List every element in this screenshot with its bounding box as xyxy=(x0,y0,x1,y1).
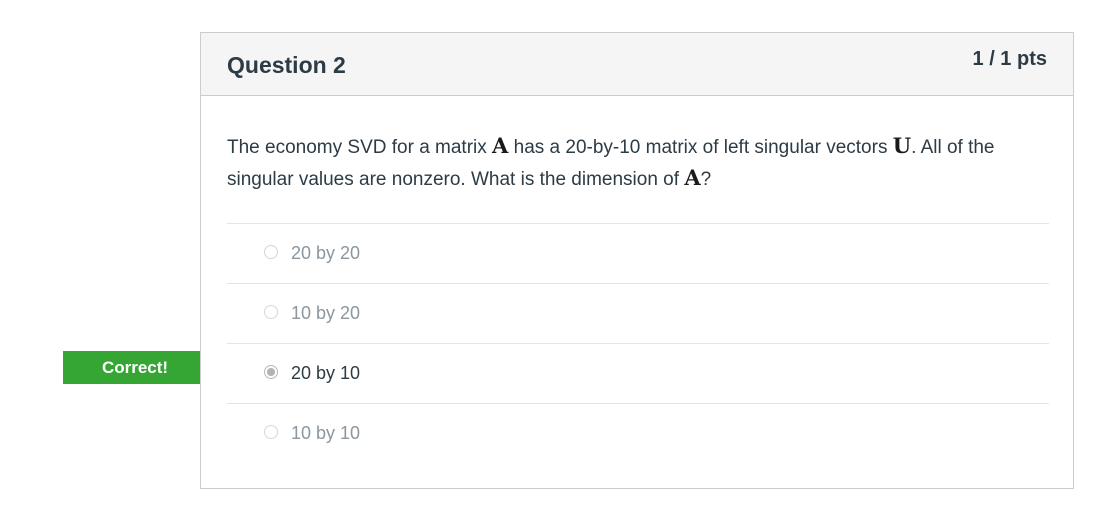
quiz-page: Correct! Question 2 1 / 1 pts The econom… xyxy=(0,0,1097,515)
matrix-symbol-a: A xyxy=(684,165,701,190)
answer-label: 10 by 20 xyxy=(291,303,361,323)
question-title: Question 2 xyxy=(227,52,346,78)
radio-button-selected[interactable] xyxy=(264,365,278,379)
answer-option-2[interactable]: 10 by 20 xyxy=(227,283,1049,343)
matrix-symbol-a: A xyxy=(492,133,509,158)
radio-button[interactable] xyxy=(264,305,278,319)
answer-option-3[interactable]: 20 by 10 xyxy=(227,343,1049,403)
answer-option-1[interactable]: 20 by 20 xyxy=(227,223,1049,283)
answer-option-4[interactable]: 10 by 10 xyxy=(227,403,1049,463)
answer-label: 10 by 10 xyxy=(291,423,361,443)
answer-label: 20 by 20 xyxy=(291,243,361,263)
matrix-symbol-u: U xyxy=(892,133,912,158)
radio-button[interactable] xyxy=(264,245,278,259)
question-points: 1 / 1 pts xyxy=(972,48,1047,70)
correct-flag-label: Correct! xyxy=(101,358,169,377)
question-text-part: has a 20-by-10 matrix of left singular v… xyxy=(508,137,893,158)
answer-label: 20 by 10 xyxy=(291,363,361,383)
question-text-part: ? xyxy=(700,169,712,190)
question-card: Question 2 1 / 1 pts The economy SVD for… xyxy=(200,32,1074,489)
question-text: The economy SVD for a matrix A has a 20-… xyxy=(227,131,1049,195)
radio-button[interactable] xyxy=(264,425,278,439)
question-text-part: The economy SVD for a matrix xyxy=(227,137,493,158)
correct-answer-flag: Correct! xyxy=(63,351,220,384)
question-header: Question 2 1 / 1 pts xyxy=(201,33,1073,96)
answer-list: 20 by 20 10 by 20 20 by 10 10 by 10 xyxy=(227,223,1049,463)
